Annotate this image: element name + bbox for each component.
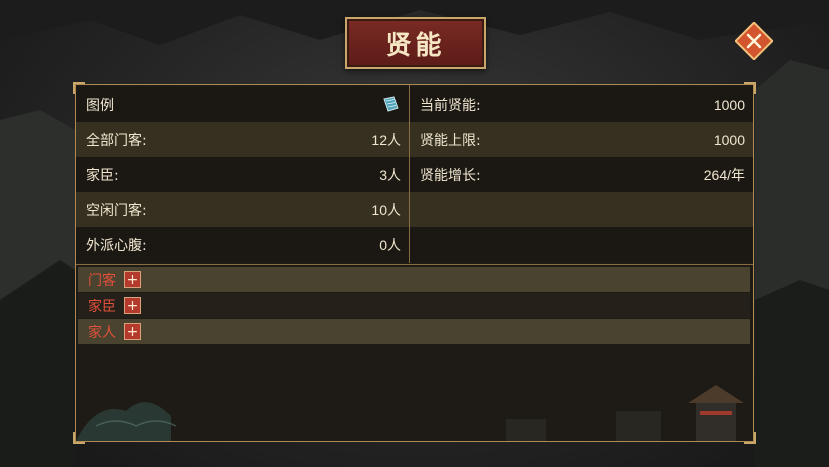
- stat-label: 空闲门客:: [86, 202, 147, 219]
- expand-plus-button[interactable]: +: [124, 271, 141, 288]
- category-row-retainers[interactable]: 门客 +: [78, 267, 750, 292]
- right-stats-column: 当前贤能: 1000 贤能上限: 1000 贤能增长: 264/年: [410, 85, 753, 263]
- stat-row-talent-growth: 贤能增长: 264/年: [410, 157, 753, 192]
- stat-row-all-retainers: 全部门客: 12人: [76, 122, 409, 157]
- category-label: 家人: [88, 324, 116, 341]
- stat-value: 1000: [713, 131, 745, 148]
- legend-label: 图例: [86, 97, 114, 114]
- category-label: 门客: [88, 272, 116, 289]
- stat-value: 264/年: [703, 166, 745, 183]
- category-row-vassals[interactable]: 家臣 +: [78, 293, 750, 318]
- stat-value: 0人: [379, 236, 401, 253]
- page-title: 贤能: [385, 30, 446, 61]
- palace-cloud-decoration: [76, 385, 744, 441]
- stat-value: 10人: [371, 201, 401, 218]
- empty-row: [410, 192, 753, 227]
- empty-row: [410, 227, 753, 262]
- category-row-family[interactable]: 家人 +: [78, 319, 750, 344]
- close-button[interactable]: [734, 21, 774, 61]
- stat-value: 1000: [713, 96, 745, 113]
- close-x-icon: [734, 21, 774, 61]
- stats-section: 图例 全部门客: 12人 家臣: 3人 空闲门客: 10人 外派心腹: 0人 当…: [76, 85, 753, 263]
- stat-value: 12人: [371, 131, 401, 148]
- stat-row-dispatched-confidants: 外派心腹: 0人: [76, 227, 409, 262]
- category-list: 门客 + 家臣 + 家人 +: [76, 264, 753, 344]
- stat-label: 全部门客:: [86, 132, 147, 149]
- book-scroll-icon[interactable]: [381, 95, 401, 114]
- stat-row-idle-retainers: 空闲门客: 10人: [76, 192, 409, 227]
- stat-label: 贤能增长:: [420, 167, 481, 184]
- stat-label: 家臣:: [86, 167, 119, 184]
- stat-row-current-talent: 当前贤能: 1000: [410, 87, 753, 122]
- left-stats-column: 图例 全部门客: 12人 家臣: 3人 空闲门客: 10人 外派心腹: 0人: [76, 85, 410, 263]
- stat-row-vassals: 家臣: 3人: [76, 157, 409, 192]
- info-panel: 图例 全部门客: 12人 家臣: 3人 空闲门客: 10人 外派心腹: 0人 当…: [73, 82, 756, 444]
- title-plate: 贤能: [345, 17, 486, 69]
- stat-label: 外派心腹:: [86, 237, 147, 254]
- expand-plus-button[interactable]: +: [124, 297, 141, 314]
- stat-value: 3人: [379, 166, 401, 183]
- category-label: 家臣: [88, 298, 116, 315]
- expand-plus-button[interactable]: +: [124, 323, 141, 340]
- legend-row[interactable]: 图例: [76, 87, 409, 122]
- stat-row-talent-cap: 贤能上限: 1000: [410, 122, 753, 157]
- stat-label: 贤能上限:: [420, 132, 481, 149]
- stat-label: 当前贤能:: [420, 97, 481, 114]
